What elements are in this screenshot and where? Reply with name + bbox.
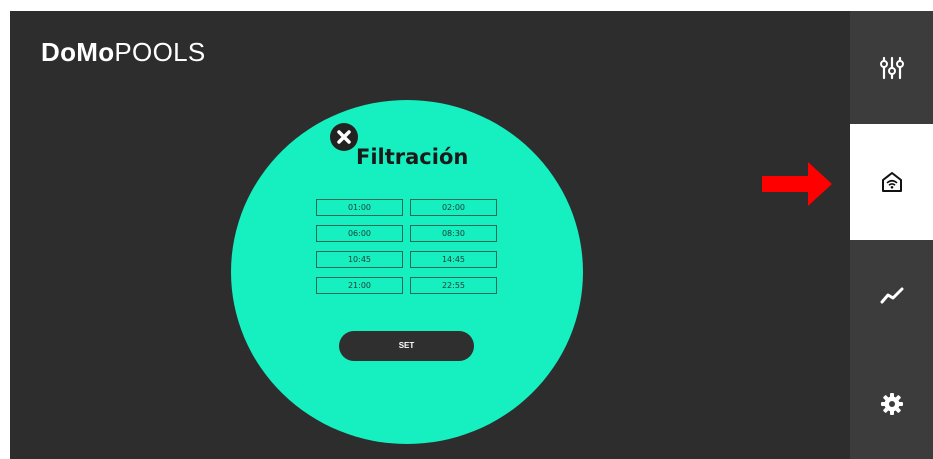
schedule-start-field[interactable]: 01:00 (316, 199, 403, 216)
home-wifi-icon (881, 172, 902, 192)
schedule-start-field[interactable]: 06:00 (316, 225, 403, 242)
schedule-end-field[interactable]: 22:55 (410, 277, 497, 294)
app-window: DoMoPOOLS Filtración 01:00 02:00 06:00 0… (10, 11, 933, 459)
schedule-end-field[interactable]: 14:45 (410, 251, 497, 268)
schedule-start-field[interactable]: 21:00 (316, 277, 403, 294)
dialog-title: Filtración (356, 145, 469, 169)
sliders-icon (879, 56, 904, 79)
logo-regular-text: POOLS (114, 37, 206, 67)
trend-chart-icon (880, 287, 903, 303)
schedule-end-field[interactable]: 08:30 (410, 225, 497, 242)
sidebar-item-controls[interactable] (850, 11, 933, 124)
close-icon (337, 130, 351, 144)
gear-icon (880, 393, 903, 415)
sidebar-item-home[interactable] (850, 124, 933, 240)
app-logo: DoMoPOOLS (41, 37, 206, 68)
sidebar (850, 11, 933, 459)
schedule-start-field[interactable]: 10:45 (316, 251, 403, 268)
schedule-end-field[interactable]: 02:00 (410, 199, 497, 216)
red-arrow-right-icon (762, 162, 832, 206)
set-button[interactable]: SET (339, 331, 474, 361)
sidebar-item-stats[interactable] (850, 240, 933, 349)
logo-bold-text: DoMo (41, 37, 115, 67)
sidebar-item-settings[interactable] (850, 349, 933, 459)
close-button[interactable] (330, 123, 358, 151)
